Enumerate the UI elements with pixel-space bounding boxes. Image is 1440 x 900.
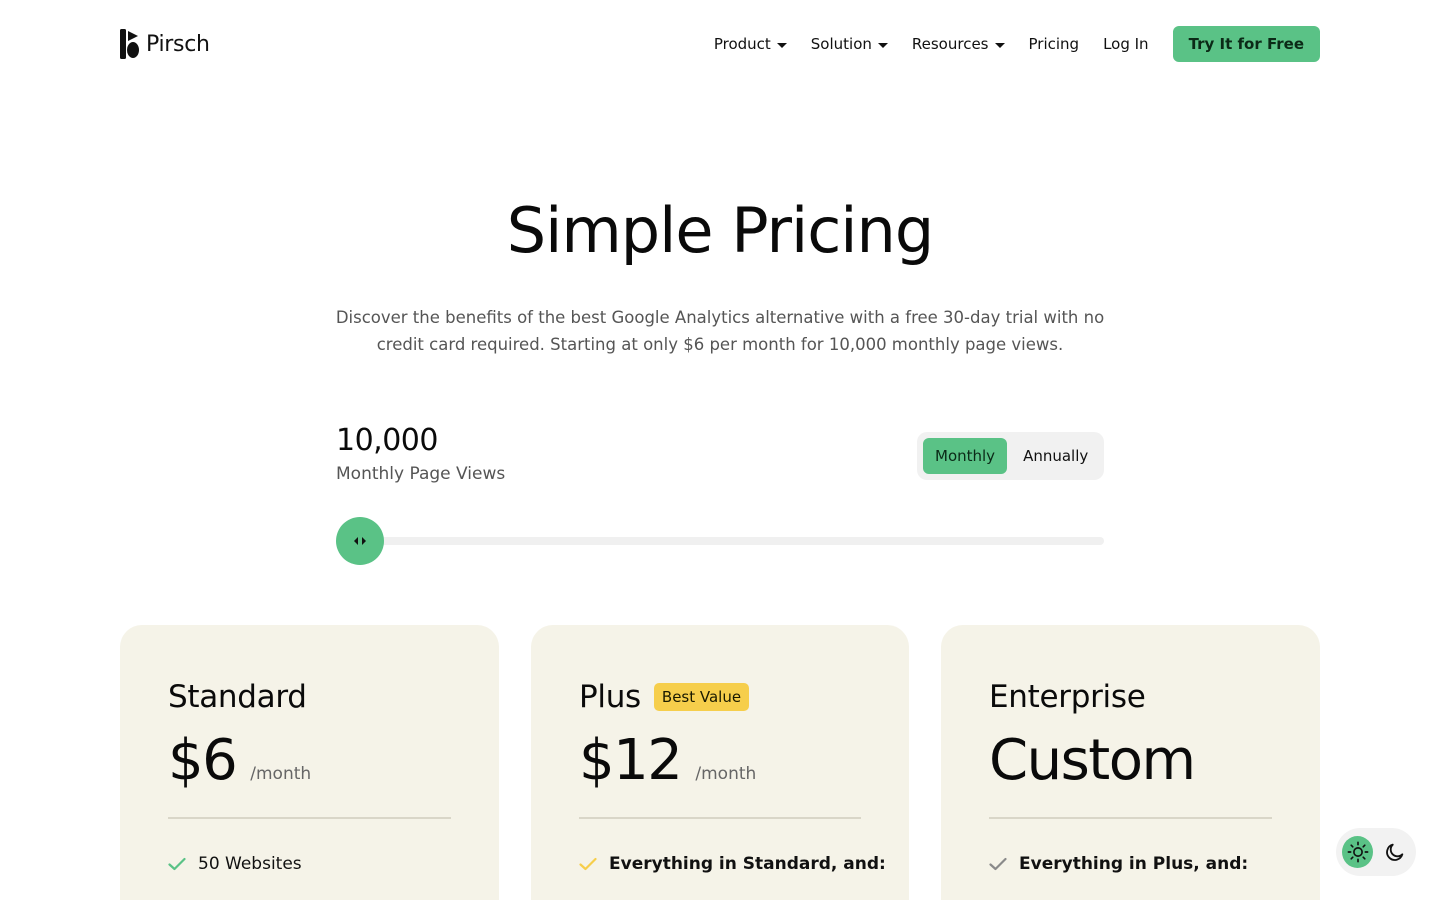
- plan-card-enterprise: Enterprise Custom Everything in Plus, an…: [941, 625, 1320, 900]
- plan-price: $12: [579, 728, 683, 793]
- divider: [989, 817, 1272, 819]
- plan-period: /month: [250, 764, 312, 784]
- caret-down-icon: [877, 42, 888, 48]
- plan-card-plus: Plus Best Value $12 /month Everything in…: [531, 625, 909, 900]
- plan-period: /month: [695, 764, 757, 784]
- plan-price: $6: [168, 728, 238, 793]
- nav-item-solution[interactable]: Solution: [811, 35, 888, 53]
- main-nav: Product Solution Resources Pricing Log I…: [714, 26, 1320, 62]
- plan-feature: Everything in Standard, and:: [579, 854, 886, 874]
- light-theme-button[interactable]: [1342, 836, 1373, 868]
- nav-item-label: Product: [713, 35, 771, 53]
- billing-option-annually[interactable]: Annually: [1011, 438, 1100, 474]
- logo[interactable]: Pirsch: [120, 29, 210, 59]
- brand-name: Pirsch: [146, 31, 210, 57]
- nav-item-pricing[interactable]: Pricing: [1029, 35, 1080, 53]
- plan-price-row: $12 /month: [579, 728, 756, 793]
- nav-item-product[interactable]: Product: [714, 35, 787, 53]
- plan-card-standard: Standard $6 /month 50 Websites: [120, 625, 499, 900]
- site-header: Pirsch Product Solution Resources Pricin…: [0, 0, 1440, 88]
- check-icon: [989, 857, 1007, 871]
- caret-down-icon: [994, 42, 1005, 48]
- plan-price-row: $6 /month: [168, 728, 311, 793]
- check-icon: [579, 857, 597, 871]
- plan-header: Standard: [168, 679, 307, 715]
- divider: [168, 817, 451, 819]
- nav-item-label: Log In: [1103, 35, 1149, 53]
- page-views-slider-handle[interactable]: [336, 517, 384, 565]
- nav-item-resources[interactable]: Resources: [912, 35, 1005, 53]
- page-views-slider-track[interactable]: [336, 537, 1104, 545]
- dark-theme-button[interactable]: [1379, 836, 1410, 868]
- try-free-button[interactable]: Try It for Free: [1172, 26, 1320, 62]
- plan-feature-label: Everything in Standard, and:: [609, 854, 886, 874]
- page-title: Simple Pricing: [506, 194, 934, 267]
- nav-item-login[interactable]: Log In: [1103, 35, 1149, 53]
- billing-toggle: Monthly Annually: [917, 432, 1104, 480]
- plan-feature-label: Everything in Plus, and:: [1019, 854, 1249, 874]
- sun-icon: [1347, 841, 1368, 863]
- plan-header: Plus Best Value: [579, 679, 750, 715]
- best-value-badge: Best Value: [653, 683, 750, 711]
- plan-feature-label: 50 Websites: [198, 854, 302, 874]
- theme-switcher: [1336, 828, 1416, 876]
- nav-item-label: Pricing: [1028, 35, 1080, 53]
- plan-feature: Everything in Plus, and:: [989, 854, 1248, 874]
- plan-header: Enterprise: [989, 679, 1146, 715]
- plan-feature: 50 Websites: [168, 854, 302, 874]
- nav-item-label: Solution: [810, 35, 872, 53]
- nav-item-label: Resources: [911, 35, 989, 53]
- plan-name: Enterprise: [989, 679, 1146, 715]
- moon-icon: [1385, 843, 1403, 861]
- plan-name: Standard: [168, 679, 307, 715]
- billing-option-monthly[interactable]: Monthly: [923, 438, 1008, 474]
- page-views-value: 10,000: [336, 423, 438, 458]
- page-subtitle: Discover the benefits of the best Google…: [335, 308, 1105, 354]
- check-icon: [168, 857, 186, 871]
- plan-price: Custom: [989, 728, 1196, 793]
- page-views-label: Monthly Page Views: [336, 464, 506, 484]
- plan-name: Plus: [579, 679, 641, 715]
- pirsch-logo-icon: [120, 29, 139, 59]
- drag-arrows-icon: [354, 537, 366, 545]
- plan-price-row: Custom: [989, 728, 1196, 793]
- divider: [579, 817, 861, 819]
- caret-down-icon: [776, 42, 787, 48]
